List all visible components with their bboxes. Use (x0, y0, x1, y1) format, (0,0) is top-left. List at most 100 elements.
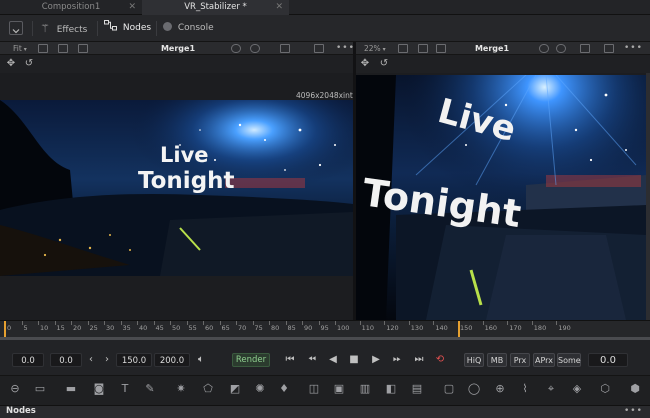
tracker-icon[interactable]: ⊕ (493, 382, 507, 396)
render-start-field[interactable]: 0.0 (50, 353, 82, 367)
global-start-field[interactable]: 0.0 (12, 353, 44, 367)
ruler-tick (236, 321, 237, 325)
close-icon[interactable]: ✕ (275, 0, 283, 15)
time-ruler[interactable]: 0 5 10 15 20 25 30 35 40 45 50 55 60 65 70 75 80 85 90 95 10… (0, 320, 650, 339)
go-to-start-icon[interactable]: ⏮︎ (283, 353, 297, 367)
left-viewer-title: Merge1 (160, 44, 196, 53)
ruler-tick (384, 321, 386, 325)
nodes-menu-icon[interactable]: ••• (624, 405, 643, 418)
paint-icon[interactable]: ✎ (143, 382, 157, 396)
color-correct-icon[interactable]: ♦ (277, 382, 291, 396)
ruler-tick-label: 100 (337, 324, 350, 332)
equirectangular-concert-image: Live Tonight (0, 100, 353, 276)
grid-icon[interactable] (580, 44, 590, 53)
loop-icon[interactable]: ⟲ (433, 353, 447, 367)
nodes-label: Nodes (122, 23, 152, 33)
left-zoom-dropdown[interactable]: Fit ▾ (13, 42, 27, 55)
channel-booleans-icon[interactable]: ▥ (358, 382, 372, 396)
play-reverse-icon[interactable]: ◀ (326, 353, 340, 367)
ruler-tick (38, 321, 39, 325)
circle-icon[interactable] (231, 44, 241, 53)
move-icon[interactable]: ✥ (359, 58, 371, 70)
chevron-left-icon[interactable]: ‹ (86, 353, 96, 367)
step-back-icon[interactable]: ⏪︎ (305, 353, 319, 367)
image-plane-icon[interactable]: ◙ (92, 382, 106, 396)
ruler-tick-label: 170 (509, 324, 522, 332)
text-icon[interactable]: T (118, 382, 132, 396)
lut-icon[interactable] (78, 44, 88, 53)
selective-update-button[interactable]: Some (557, 353, 581, 367)
renderer-3d-icon[interactable]: ⬡ (598, 382, 612, 396)
close-icon[interactable]: ✕ (128, 0, 136, 15)
tab-vr-stabilizer[interactable]: VR_Stabilizer * ✕ (142, 0, 289, 15)
spline-icon[interactable]: ⌇ (518, 382, 532, 396)
merge-icon[interactable]: ▣ (332, 382, 346, 396)
chevron-down-icon (12, 29, 20, 34)
color-channel-icon[interactable] (556, 44, 566, 53)
right-viewer[interactable]: Live Tonight (356, 73, 650, 320)
go-to-end-icon[interactable]: ⏭︎ (412, 353, 426, 367)
ruler-tick-label: 120 (386, 324, 399, 332)
ruler-tick (556, 321, 558, 325)
step-forward-icon[interactable]: ⏩︎ (390, 353, 404, 367)
stabilized-concert-image: Live Tonight (356, 75, 646, 320)
proxy-button[interactable]: Prx (510, 353, 530, 367)
render-end-field[interactable]: 150.0 (116, 353, 152, 367)
viewer-scrollbar[interactable] (646, 73, 650, 320)
grid-icon[interactable] (280, 44, 290, 53)
loader-icon[interactable]: ⊖ (8, 382, 22, 396)
panel-toggle-button[interactable] (9, 21, 23, 35)
fit-icon[interactable] (398, 44, 408, 53)
speaker-icon[interactable]: 🔈︎ (194, 353, 208, 367)
right-viewer-menu-icon[interactable]: ••• (624, 42, 643, 55)
ruler-tick-label: 65 (221, 324, 230, 332)
move-icon[interactable]: ✥ (5, 58, 17, 70)
motion-blur-button[interactable]: MB (487, 353, 507, 367)
ruler-tick-label: 35 (122, 324, 131, 332)
chevron-down-icon: ▾ (23, 46, 27, 53)
fit-icon[interactable] (38, 44, 48, 53)
left-viewer[interactable]: Live Tonight (0, 73, 353, 320)
ruler-tick-label: 190 (558, 324, 571, 332)
transform-icon[interactable]: ▤ (410, 382, 424, 396)
background-icon[interactable]: ▬ (64, 382, 78, 396)
blur-icon[interactable]: ◫ (307, 382, 321, 396)
reset-icon[interactable]: ↺ (23, 58, 35, 70)
lut-icon[interactable] (436, 44, 446, 53)
render-button[interactable]: Render (232, 353, 270, 367)
tab-composition1[interactable]: Composition1 ✕ (0, 0, 142, 15)
shape-3d-icon[interactable]: ◈ (570, 382, 584, 396)
circle-icon[interactable] (539, 44, 549, 53)
stop-icon[interactable]: ■ (347, 353, 361, 367)
window-icon[interactable] (604, 44, 614, 53)
console-button[interactable]: Console (163, 15, 214, 42)
current-time-field[interactable]: 0.0 (588, 353, 628, 367)
hiq-button[interactable]: HiQ (464, 353, 484, 367)
auto-proxy-button[interactable]: APrx (533, 353, 555, 367)
document-tab-bar: Composition1 ✕ VR_Stabilizer * ✕ (0, 0, 650, 15)
play-icon[interactable]: ▶ (369, 353, 383, 367)
rectangle-mask-icon[interactable]: ▢ (442, 382, 456, 396)
window-icon[interactable] (314, 44, 324, 53)
ruler-tick-label: 60 (205, 324, 214, 332)
brightness-icon[interactable]: ✺ (253, 382, 267, 396)
global-end-field[interactable]: 200.0 (154, 353, 190, 367)
ellipse-mask-icon[interactable]: ◯ (467, 382, 481, 396)
camera-3d-icon[interactable]: ⌖ (544, 382, 558, 396)
region-icon[interactable] (418, 44, 428, 53)
nodes-button[interactable]: Nodes (104, 15, 151, 42)
reset-icon[interactable]: ↺ (378, 58, 390, 70)
matte-control-icon[interactable]: ◧ (384, 382, 398, 396)
effects-button[interactable]: ⚚ Effects (40, 15, 87, 42)
merge-3d-icon[interactable]: ⬢ (628, 382, 642, 396)
ruler-tick-label: 150 (460, 324, 473, 332)
saver-icon[interactable]: ▭ (33, 382, 47, 396)
right-zoom-dropdown[interactable]: 22% ▾ (364, 42, 386, 55)
color-channel-icon[interactable] (250, 44, 260, 53)
bspline-icon[interactable]: ◩ (228, 382, 242, 396)
ruler-tick-label: 140 (435, 324, 448, 332)
polygon-icon[interactable]: ⬠ (201, 382, 215, 396)
chevron-right-icon[interactable]: › (102, 353, 112, 367)
region-icon[interactable] (58, 44, 68, 53)
particles-icon[interactable]: ✷ (174, 382, 188, 396)
